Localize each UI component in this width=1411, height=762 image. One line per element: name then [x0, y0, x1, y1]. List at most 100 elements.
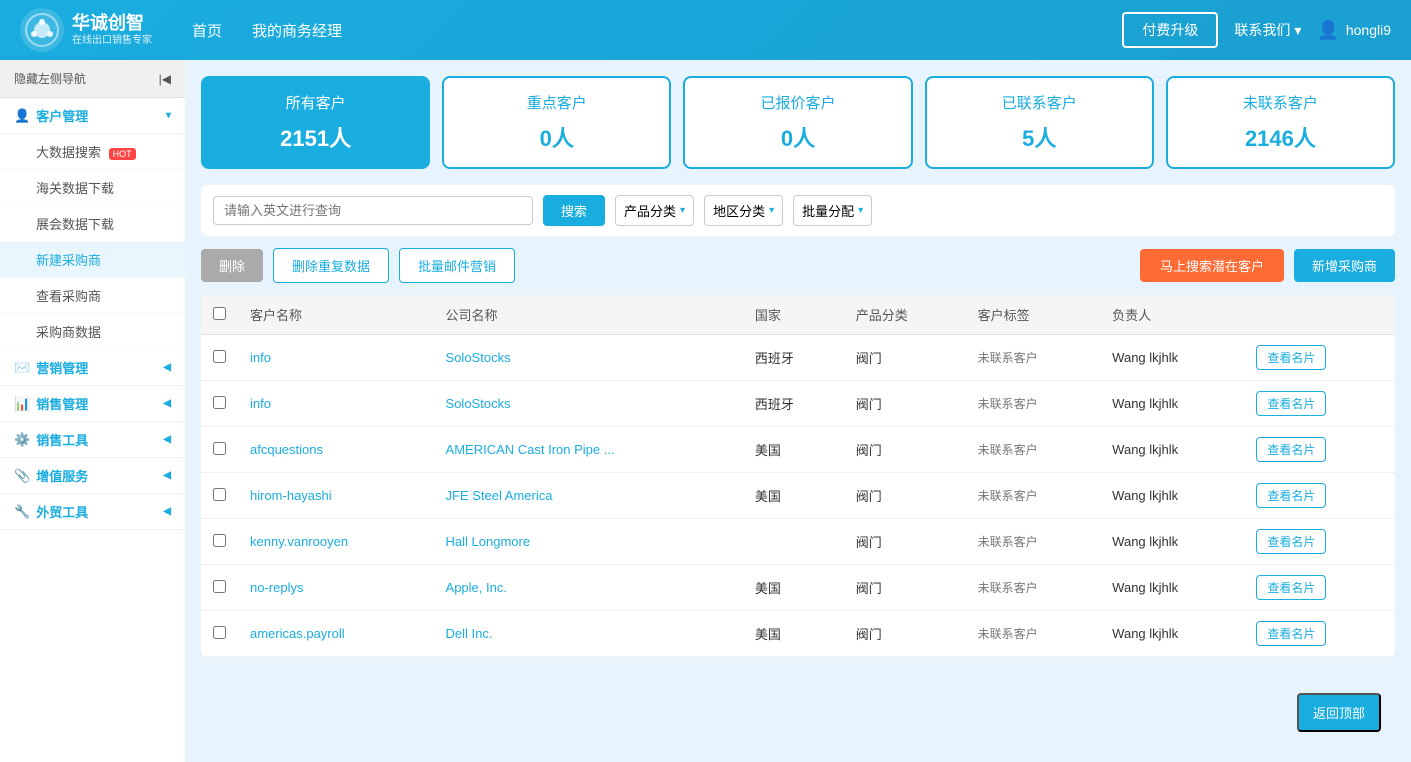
view-card-button-2[interactable]: 查看名片 — [1256, 437, 1326, 462]
main-content: 所有客户 2151人 重点客户 0人 已报价客户 0人 已联系客户 5人 未联系… — [185, 60, 1411, 762]
row-company-0: SoloStocks — [434, 335, 743, 381]
sidebar-sub-view-buyer[interactable]: 查看采购商 — [0, 278, 185, 314]
row-checkbox-0[interactable] — [213, 350, 226, 363]
customer-name-link-4[interactable]: kenny.vanrooyen — [250, 534, 348, 549]
th-checkbox — [201, 295, 238, 335]
user-button[interactable]: 👤 hongli9 — [1317, 20, 1391, 41]
hide-sidebar-label: 隐藏左侧导航 — [14, 70, 86, 87]
sidebar-sub-customs-data[interactable]: 海关数据下载 — [0, 170, 185, 206]
row-checkbox-cell — [201, 335, 238, 381]
trade-icon: 🔧 — [14, 504, 30, 520]
contact-chevron-icon: ▾ — [1294, 22, 1301, 39]
sidebar-sub-new-buyer[interactable]: 新建采购商 — [0, 242, 185, 278]
row-product-6: 阀门 — [844, 611, 966, 657]
row-country-4 — [743, 519, 844, 565]
row-name-3: hirom-hayashi — [238, 473, 434, 519]
row-checkbox-3[interactable] — [213, 488, 226, 501]
row-company-2: AMERICAN Cast Iron Pipe ... — [434, 427, 743, 473]
sidebar-item-marketing[interactable]: ✉️ 营销管理 ◀ — [0, 350, 185, 386]
customer-name-link-6[interactable]: americas.payroll — [250, 626, 345, 641]
row-owner-2: Wang lkjhlk — [1100, 427, 1244, 473]
row-name-5: no-replys — [238, 565, 434, 611]
upgrade-button[interactable]: 付费升级 — [1122, 12, 1218, 48]
sidebar-sub-big-data[interactable]: 大数据搜索 HOT — [0, 134, 185, 170]
row-company-5: Apple, Inc. — [434, 565, 743, 611]
logo-sub: 在线出口销售专家 — [72, 35, 152, 47]
contact-button[interactable]: 联系我们 ▾ — [1234, 20, 1301, 40]
row-checkbox-4[interactable] — [213, 534, 226, 547]
product-filter-arrow-icon: ▾ — [680, 205, 685, 216]
customer-name-link-2[interactable]: afcquestions — [250, 442, 323, 457]
company-link-3[interactable]: JFE Steel America — [446, 488, 553, 503]
view-card-button-4[interactable]: 查看名片 — [1256, 529, 1326, 554]
row-company-1: SoloStocks — [434, 381, 743, 427]
company-link-6[interactable]: Dell Inc. — [446, 626, 493, 641]
company-link-4[interactable]: Hall Longmore — [446, 534, 531, 549]
company-link-2[interactable]: AMERICAN Cast Iron Pipe ... — [446, 442, 615, 457]
th-tag: 客户标签 — [966, 295, 1101, 335]
customer-name-link-1[interactable]: info — [250, 396, 271, 411]
company-link-5[interactable]: Apple, Inc. — [446, 580, 507, 595]
stat-card-key-count: 0人 — [454, 121, 659, 153]
row-checkbox-cell — [201, 381, 238, 427]
stat-card-all[interactable]: 所有客户 2151人 — [201, 76, 430, 169]
row-owner-4: Wang lkjhlk — [1100, 519, 1244, 565]
product-filter[interactable]: 产品分类 ▾ — [615, 195, 694, 226]
delete-button[interactable]: 删除 — [201, 249, 263, 282]
view-card-button-6[interactable]: 查看名片 — [1256, 621, 1326, 646]
row-country-2: 美国 — [743, 427, 844, 473]
stat-card-uncontacted[interactable]: 未联系客户 2146人 — [1166, 76, 1395, 169]
hide-sidebar-btn[interactable]: 隐藏左侧导航 |◀ — [0, 60, 185, 98]
stat-card-all-title: 所有客户 — [213, 92, 418, 113]
row-country-6: 美国 — [743, 611, 844, 657]
nav-home[interactable]: 首页 — [192, 16, 222, 45]
search-input[interactable] — [213, 196, 533, 225]
delete-duplicate-button[interactable]: 删除重复数据 — [273, 248, 389, 283]
customer-name-link-5[interactable]: no-replys — [250, 580, 303, 595]
email-marketing-button[interactable]: 批量邮件营销 — [399, 248, 515, 283]
search-potential-button[interactable]: 马上搜索潜在客户 — [1140, 249, 1284, 282]
search-button[interactable]: 搜索 — [543, 195, 605, 226]
sidebar-sub-expo-data[interactable]: 展会数据下载 — [0, 206, 185, 242]
table-row: hirom-hayashi JFE Steel America 美国 阀门 未联… — [201, 473, 1395, 519]
add-customer-button[interactable]: 新增采购商 — [1294, 249, 1395, 282]
sidebar-item-tools[interactable]: ⚙️ 销售工具 ◀ — [0, 422, 185, 458]
sidebar-item-customer[interactable]: 👤 客户管理 ▾ — [0, 98, 185, 134]
topnav-right: 付费升级 联系我们 ▾ 👤 hongli9 — [1122, 12, 1391, 48]
row-checkbox-1[interactable] — [213, 396, 226, 409]
stat-card-quoted[interactable]: 已报价客户 0人 — [683, 76, 912, 169]
nav-business-manager[interactable]: 我的商务经理 — [252, 16, 342, 45]
sidebar-item-sales[interactable]: 📊 销售管理 ◀ — [0, 386, 185, 422]
row-country-0: 西班牙 — [743, 335, 844, 381]
company-link-1[interactable]: SoloStocks — [446, 396, 511, 411]
row-checkbox-5[interactable] — [213, 580, 226, 593]
view-card-button-3[interactable]: 查看名片 — [1256, 483, 1326, 508]
row-checkbox-2[interactable] — [213, 442, 226, 455]
batch-filter[interactable]: 批量分配 ▾ — [793, 195, 872, 226]
back-to-top-button[interactable]: 返回顶部 — [1297, 693, 1381, 732]
row-checkbox-cell — [201, 519, 238, 565]
row-company-4: Hall Longmore — [434, 519, 743, 565]
tools-label: 销售工具 — [36, 430, 88, 449]
row-checkbox-6[interactable] — [213, 626, 226, 639]
view-card-button-5[interactable]: 查看名片 — [1256, 575, 1326, 600]
company-link-0[interactable]: SoloStocks — [446, 350, 511, 365]
filter-bar: 搜索 产品分类 ▾ 地区分类 ▾ 批量分配 ▾ — [201, 185, 1395, 236]
stat-card-key[interactable]: 重点客户 0人 — [442, 76, 671, 169]
region-filter[interactable]: 地区分类 ▾ — [704, 195, 783, 226]
customer-name-link-3[interactable]: hirom-hayashi — [250, 488, 332, 503]
view-card-button-0[interactable]: 查看名片 — [1256, 345, 1326, 370]
sidebar-item-value[interactable]: 📎 增值服务 ◀ — [0, 458, 185, 494]
th-company: 公司名称 — [434, 295, 743, 335]
view-card-button-1[interactable]: 查看名片 — [1256, 391, 1326, 416]
customer-chevron-icon: ▾ — [166, 110, 171, 121]
stat-card-contacted[interactable]: 已联系客户 5人 — [925, 76, 1154, 169]
row-owner-3: Wang lkjhlk — [1100, 473, 1244, 519]
customer-label: 客户管理 — [36, 106, 88, 125]
sidebar-sub-buyer-data[interactable]: 采购商数据 — [0, 314, 185, 350]
customer-name-link-0[interactable]: info — [250, 350, 271, 365]
row-owner-0: Wang lkjhlk — [1100, 335, 1244, 381]
sidebar-item-foreign-trade[interactable]: 🔧 外贸工具 ◀ — [0, 494, 185, 530]
logo-area: 华诚创智 在线出口销售专家 — [20, 8, 152, 52]
select-all-checkbox[interactable] — [213, 307, 226, 320]
